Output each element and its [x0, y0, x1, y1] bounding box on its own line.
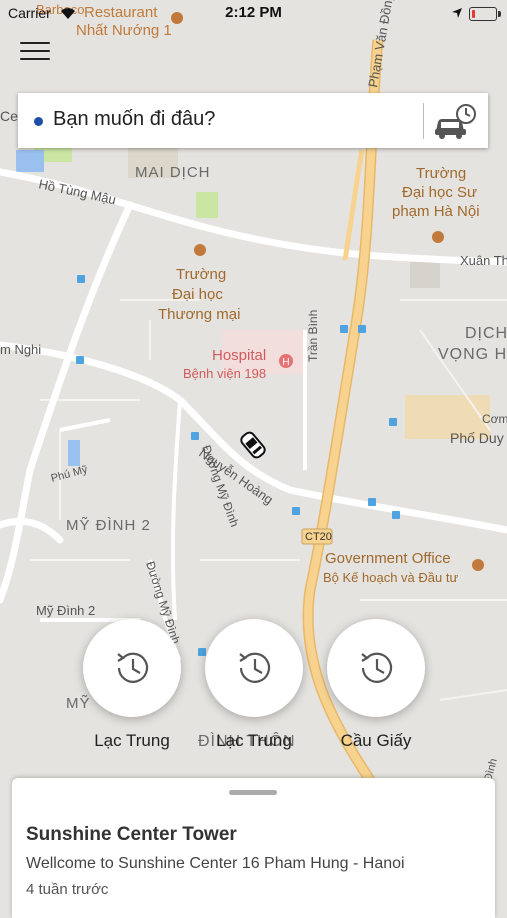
location-dot-icon	[34, 117, 43, 126]
map-label: phạm Hà Nội	[392, 203, 480, 220]
place-description: Wellcome to Sunshine Center 16 Pham Hung…	[26, 855, 405, 872]
search-input[interactable]: Bạn muốn đi đâu?	[53, 108, 215, 131]
divider	[423, 103, 424, 139]
map-label: Ce	[0, 108, 18, 124]
history-button[interactable]	[327, 619, 425, 717]
map-label: MỸ	[66, 695, 91, 712]
place-title: Sunshine Center Tower	[26, 824, 237, 845]
history-label[interactable]: Lạc Trung	[189, 731, 319, 751]
map-label: Xuân Th	[460, 253, 507, 268]
map-label: m Nghi	[0, 342, 41, 357]
place-card[interactable]: Sunshine Center Tower Wellcome to Sunshi…	[12, 778, 495, 918]
map-label: Trần Bình	[306, 310, 320, 362]
history-label[interactable]: Lạc Trung	[67, 731, 197, 751]
place-timestamp: 4 tuần trước	[26, 881, 109, 898]
map-label: DỊCH	[465, 325, 507, 342]
search-bar[interactable]: Bạn muốn đi đâu?	[18, 93, 488, 148]
hamburger-icon	[20, 42, 50, 44]
map-label: CT20	[305, 531, 332, 543]
status-bar: Carrier 2:12 PM	[0, 0, 507, 28]
map-label: VỌNG H	[438, 346, 507, 363]
history-label[interactable]: Cầu Giấy	[311, 731, 441, 751]
battery-icon	[469, 7, 501, 21]
car-clock-icon	[435, 104, 476, 139]
map-label: Mỹ Đình 2	[36, 603, 95, 618]
map-label: Đại học	[172, 286, 223, 303]
map-label: Thương mại	[158, 306, 240, 323]
history-icon	[117, 652, 149, 683]
map-label: MỸ ĐÌNH 2	[66, 517, 151, 534]
history-icon	[361, 652, 393, 683]
map-label: Trường	[176, 266, 226, 283]
map-label: Bộ Kế hoạch và Đầu tư	[323, 570, 458, 585]
svg-text:H: H	[282, 357, 289, 368]
schedule-ride-button[interactable]	[432, 101, 478, 141]
map-label: Phố Duy	[450, 430, 504, 446]
map-label: Hospital	[212, 347, 266, 364]
history-button[interactable]	[83, 619, 181, 717]
map-label: Cơm	[482, 412, 507, 426]
map-label: Trường	[416, 165, 466, 182]
history-button[interactable]	[205, 619, 303, 717]
map-label: Bệnh viện 198	[183, 366, 266, 381]
map-label: MAI DỊCH	[135, 164, 211, 181]
map-label: Government Office	[325, 550, 451, 567]
map-label: Đại học Sư	[402, 184, 477, 201]
drag-handle[interactable]	[229, 790, 277, 795]
menu-button[interactable]	[20, 42, 50, 64]
clock-label: 2:12 PM	[225, 4, 282, 21]
location-arrow-icon	[452, 8, 462, 18]
history-icon	[239, 652, 271, 683]
